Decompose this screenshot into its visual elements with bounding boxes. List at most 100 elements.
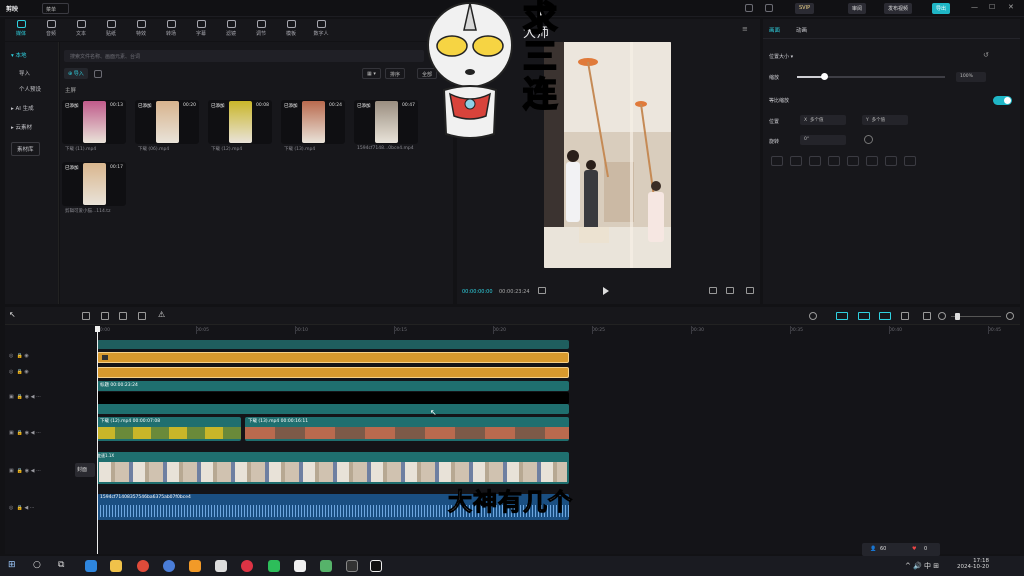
- camera-icon[interactable]: [346, 560, 358, 572]
- reset-icon[interactable]: ↺: [983, 51, 989, 59]
- microphone-icon[interactable]: [809, 312, 817, 320]
- tool-text[interactable]: 文本: [68, 20, 94, 37]
- align-button-7[interactable]: [885, 156, 897, 166]
- export-button[interactable]: 导出: [932, 3, 951, 14]
- play-button[interactable]: [603, 287, 609, 295]
- teal-track-strip[interactable]: [97, 340, 569, 349]
- cover-button[interactable]: 封面: [75, 463, 95, 477]
- video-clip-2[interactable]: 下载 (13).mp4 00:00:16:11: [245, 417, 569, 441]
- split-icon[interactable]: [82, 312, 90, 320]
- waveform-icon[interactable]: [538, 287, 546, 294]
- browser-icon[interactable]: [163, 560, 175, 572]
- app-icon-red[interactable]: [241, 560, 253, 572]
- file-explorer-icon[interactable]: [110, 560, 122, 572]
- tool-caption[interactable]: 字幕: [188, 20, 214, 37]
- minimize-icon[interactable]: —: [971, 3, 978, 11]
- search-input[interactable]: 搜索文件名称、画面元素、台词: [64, 50, 424, 62]
- media-clip[interactable]: 已添加 00:17: [62, 162, 126, 206]
- search-icon[interactable]: ○: [33, 560, 41, 570]
- windows-start-icon[interactable]: ⊞: [8, 560, 16, 570]
- auto-snap-icon[interactable]: [858, 312, 870, 320]
- track-5-controls[interactable]: ▣ 🔒 ◉ ◀ ⋯: [9, 468, 41, 474]
- task-view-icon[interactable]: ⧉: [58, 560, 64, 570]
- svip-button[interactable]: SVIP: [795, 3, 815, 14]
- capcut-icon[interactable]: [370, 560, 382, 572]
- tool-filter[interactable]: 滤镜: [218, 20, 244, 37]
- notepad-icon[interactable]: [294, 560, 306, 572]
- scale-slider-handle[interactable]: [820, 73, 828, 80]
- select-cursor-icon[interactable]: ↖: [9, 310, 16, 319]
- app-icon-orange[interactable]: [189, 560, 201, 572]
- teal-track-strip-2[interactable]: [97, 404, 569, 414]
- align-button-6[interactable]: [866, 156, 878, 166]
- fit-icon[interactable]: [709, 287, 717, 294]
- maximize-icon[interactable]: ☐: [989, 3, 995, 11]
- sort-button[interactable]: 排序: [385, 68, 406, 79]
- align-button-1[interactable]: [771, 156, 783, 166]
- tool-avatar[interactable]: 数字人: [308, 20, 334, 37]
- tool-transition[interactable]: 转场: [158, 20, 184, 37]
- track-2-controls[interactable]: ◎ 🔒 ◉: [9, 369, 29, 375]
- uniform-scale-toggle[interactable]: [993, 96, 1012, 105]
- player-menu-icon[interactable]: ≡: [742, 25, 748, 33]
- sidenav-item-5[interactable]: 素材库: [11, 142, 40, 156]
- tool-sticker[interactable]: 贴纸: [98, 20, 124, 37]
- sticker-track-clip-2[interactable]: [97, 367, 569, 378]
- view-toggle-button[interactable]: ▦ ▾: [362, 68, 381, 79]
- app-icon-green[interactable]: [320, 560, 332, 572]
- tab-animation[interactable]: 动画: [796, 26, 807, 34]
- playhead[interactable]: [95, 326, 100, 554]
- align-button-8[interactable]: [904, 156, 916, 166]
- clock[interactable]: 17:18 2024-10-20: [957, 558, 989, 570]
- media-clip[interactable]: 已添加 00:47: [354, 100, 418, 144]
- text-track-clip[interactable]: 标题 00:00:23:24: [97, 381, 569, 391]
- zoom-in-icon[interactable]: [1006, 312, 1014, 320]
- mirror-icon[interactable]: ⚠: [158, 310, 165, 319]
- tool-adjust[interactable]: 调节: [248, 20, 274, 37]
- menu-button[interactable]: 菜单: [42, 3, 69, 14]
- publish-button[interactable]: 发布视频: [884, 3, 913, 14]
- tab-picture[interactable]: 画面: [769, 26, 780, 34]
- rotate-field[interactable]: 0°: [800, 135, 846, 145]
- grid-view-icon[interactable]: [94, 70, 102, 78]
- chrome-icon[interactable]: [137, 560, 149, 572]
- review-button[interactable]: 审阅: [848, 3, 867, 14]
- system-tray-icons[interactable]: ^ 🔊 中 ⊞: [905, 561, 939, 571]
- track-3-controls[interactable]: ▣ 🔒 ◉ ◀ ⋯: [9, 394, 41, 400]
- shortcut-icon[interactable]: [765, 4, 773, 12]
- sidenav-item-3[interactable]: ▸ AI 生成: [11, 104, 34, 112]
- position-x-field[interactable]: X 多个值: [800, 115, 846, 125]
- black-track-clip[interactable]: [97, 392, 569, 404]
- sidenav-item-2[interactable]: 个人预设: [19, 85, 41, 93]
- time-ruler[interactable]: 00:00 00:05 00:10 00:15 00:20 00:25 00:30 00:35…: [97, 326, 1020, 336]
- edge-icon[interactable]: [85, 560, 97, 572]
- main-video-track[interactable]: 变速1.1X: [97, 452, 569, 484]
- sidenav-item-4[interactable]: ▸ 云素材: [11, 123, 32, 131]
- media-clip[interactable]: 已添加 00:24: [281, 100, 345, 144]
- subtitle-icon[interactable]: [923, 312, 931, 320]
- media-clip[interactable]: 已添加 00:13: [62, 100, 126, 144]
- wechat-icon[interactable]: [268, 560, 280, 572]
- tool-effects[interactable]: 特效: [128, 20, 154, 37]
- layout-icon[interactable]: [745, 4, 753, 12]
- scale-value-field[interactable]: 100%: [956, 72, 986, 82]
- track-4-controls[interactable]: ▣ 🔒 ◉ ◀ ⋯: [9, 430, 41, 436]
- video-clip-1[interactable]: 下载 (12).mp4 00:00:07:08: [97, 417, 241, 441]
- tool-audio[interactable]: 音频: [38, 20, 64, 37]
- align-button-3[interactable]: [809, 156, 821, 166]
- ratio-icon[interactable]: [726, 287, 734, 294]
- sticker-track-clip[interactable]: [97, 352, 569, 363]
- align-button-5[interactable]: [847, 156, 859, 166]
- zoom-handle[interactable]: [955, 313, 960, 320]
- main-track-magnet-icon[interactable]: [836, 312, 848, 320]
- linkage-icon[interactable]: [879, 312, 891, 320]
- position-y-field[interactable]: Y 多个值: [862, 115, 908, 125]
- zoom-out-icon[interactable]: [938, 312, 946, 320]
- media-clip[interactable]: 已添加 00:08: [208, 100, 272, 144]
- sidenav-item-0[interactable]: ▾ 本地: [11, 51, 27, 59]
- rotate-dial-icon[interactable]: [864, 135, 873, 144]
- tool-template[interactable]: 模板: [278, 20, 304, 37]
- tool-media[interactable]: 媒体: [8, 20, 34, 37]
- align-button-2[interactable]: [790, 156, 802, 166]
- fullscreen-icon[interactable]: [746, 287, 754, 294]
